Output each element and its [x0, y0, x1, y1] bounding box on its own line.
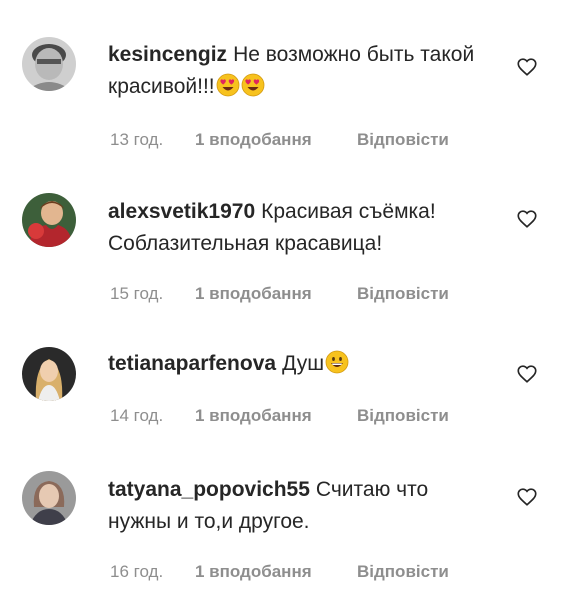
grinning-emoji-icon [325, 350, 349, 374]
heart-eyes-emoji-icon [241, 73, 265, 97]
like-heart-icon[interactable] [516, 363, 538, 385]
like-heart-icon[interactable] [516, 208, 538, 230]
comment-time: 13 год. [110, 130, 164, 149]
comment-time: 15 год. [110, 284, 164, 303]
comment-text: Душ [282, 352, 325, 375]
comment-username[interactable]: tetianaparfenova [108, 352, 276, 375]
comment-time: 16 год. [110, 562, 164, 581]
reply-button[interactable]: Відповісти [357, 562, 449, 582]
like-heart-icon[interactable] [516, 56, 538, 78]
avatar[interactable] [22, 347, 76, 401]
comment-likes-button[interactable]: 1 вподобання [195, 562, 357, 582]
comment-username[interactable]: alexsvetik1970 [108, 200, 255, 223]
comment-username[interactable]: tatyana_popovich55 [108, 478, 310, 501]
comment-likes-button[interactable]: 1 вподобання [195, 284, 357, 304]
avatar[interactable] [22, 193, 76, 247]
reply-button[interactable]: Відповісти [357, 130, 449, 150]
like-heart-icon[interactable] [516, 486, 538, 508]
comment-username[interactable]: kesincengiz [108, 43, 227, 66]
reply-button[interactable]: Відповісти [357, 284, 449, 304]
avatar[interactable] [22, 471, 76, 525]
reply-button[interactable]: Відповісти [357, 406, 449, 426]
heart-eyes-emoji-icon [216, 73, 240, 97]
comment-time: 14 год. [110, 406, 164, 425]
comment-likes-button[interactable]: 1 вподобання [195, 406, 357, 426]
comment-likes-button[interactable]: 1 вподобання [195, 130, 357, 150]
avatar[interactable] [22, 37, 76, 91]
